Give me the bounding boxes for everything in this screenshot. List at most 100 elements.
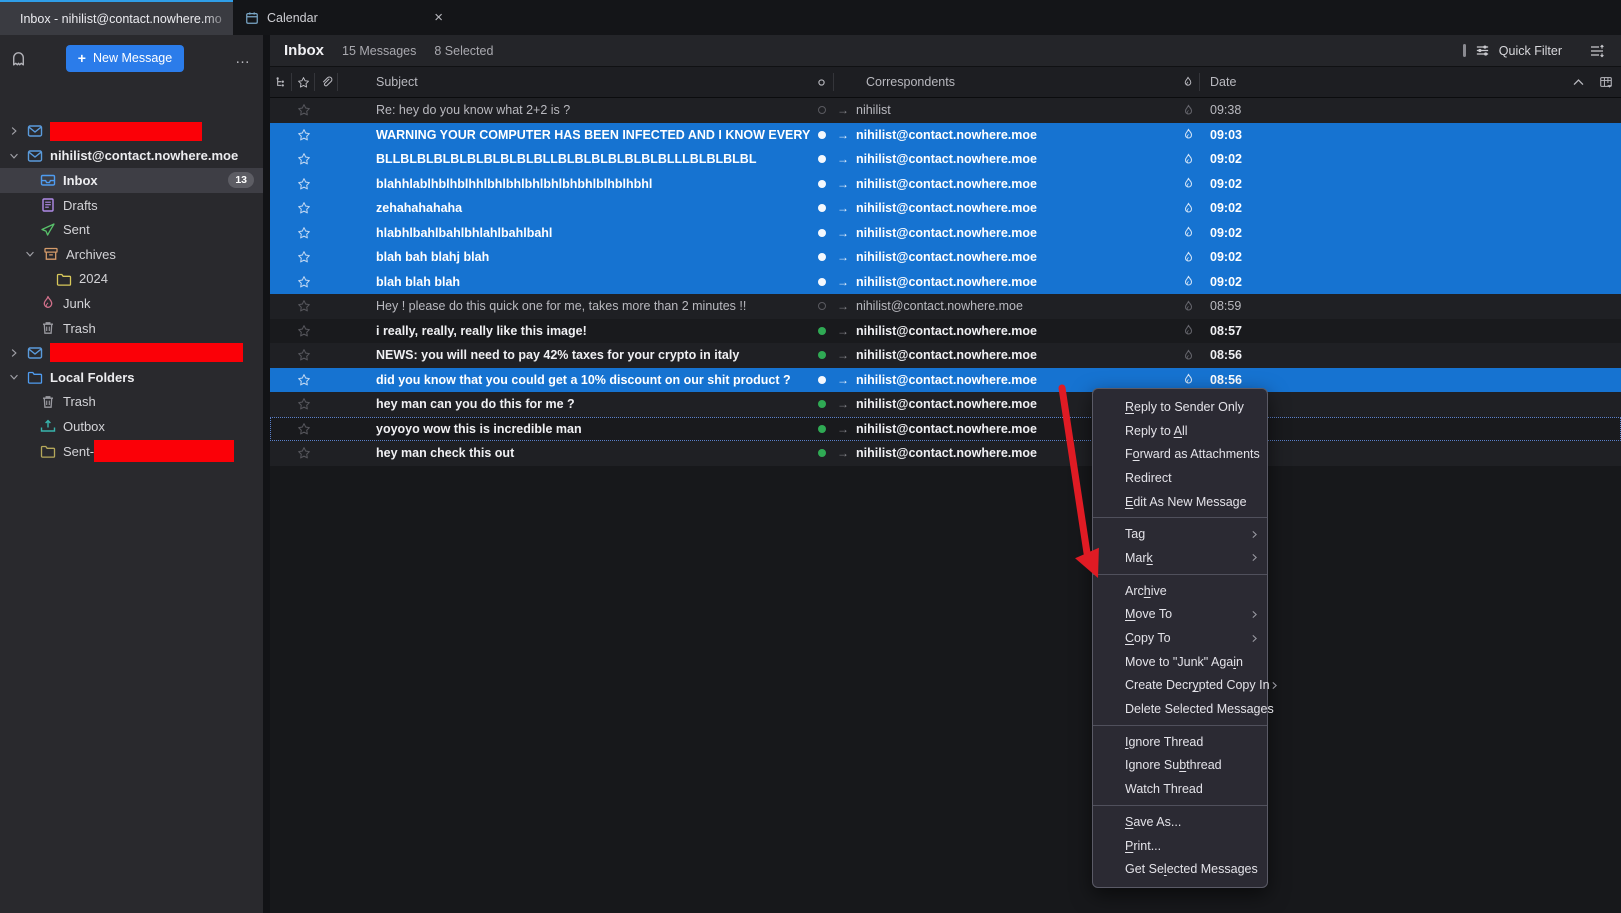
message-row[interactable]: blahhlablhblhblhhlbhlbhlbhlbhlbhbhlblhbl… bbox=[270, 172, 1621, 197]
folder-item-drafts[interactable]: Drafts bbox=[0, 193, 263, 218]
star-toggle[interactable] bbox=[292, 343, 315, 368]
folder-item-trash[interactable]: Trash bbox=[0, 390, 263, 415]
menu-item-delete-selected-messages[interactable]: Delete Selected Messages bbox=[1093, 697, 1267, 721]
message-row[interactable]: NEWS: you will need to pay 42% taxes for… bbox=[270, 343, 1621, 368]
twisty-expanded-icon[interactable] bbox=[6, 372, 22, 382]
junk-toggle[interactable] bbox=[1176, 147, 1200, 172]
unread-column-header[interactable] bbox=[810, 73, 834, 92]
unread-indicator[interactable] bbox=[810, 270, 834, 295]
pane-splitter[interactable] bbox=[263, 35, 270, 913]
folder-item-sent[interactable]: Sent bbox=[0, 217, 263, 242]
star-toggle[interactable] bbox=[292, 417, 315, 442]
junk-toggle[interactable] bbox=[1176, 343, 1200, 368]
subject-column-header[interactable]: Subject bbox=[338, 73, 810, 92]
unread-indicator[interactable] bbox=[810, 147, 834, 172]
star-toggle[interactable] bbox=[292, 270, 315, 295]
star-toggle[interactable] bbox=[292, 441, 315, 466]
message-row[interactable]: hey man check this out→nihilist@contact.… bbox=[270, 441, 1621, 466]
menu-item-create-decrypted-copy-in[interactable]: Create Decrypted Copy In bbox=[1093, 674, 1267, 698]
folder-pane-options-button[interactable]: … bbox=[235, 50, 251, 67]
correspondents-column-header[interactable]: Correspondents bbox=[852, 73, 1176, 92]
twisty-collapsed-icon[interactable] bbox=[6, 348, 22, 358]
unread-indicator[interactable] bbox=[810, 392, 834, 417]
folder-item-local-folders[interactable]: Local Folders bbox=[0, 365, 263, 390]
display-options-icon[interactable] bbox=[1589, 43, 1605, 59]
unread-indicator[interactable] bbox=[810, 196, 834, 221]
column-picker-icon[interactable] bbox=[1591, 73, 1621, 92]
message-row[interactable]: did you know that you could get a 10% di… bbox=[270, 368, 1621, 393]
unread-indicator[interactable] bbox=[810, 172, 834, 197]
message-row[interactable]: hlabhlbahlbahlbhlahlbahlbahl→nihilist@co… bbox=[270, 221, 1621, 246]
junk-toggle[interactable] bbox=[1176, 221, 1200, 246]
folder-item-inbox[interactable]: Inbox13 bbox=[0, 168, 263, 193]
filter-bar-toggle-icon[interactable] bbox=[1463, 44, 1466, 57]
star-toggle[interactable] bbox=[292, 221, 315, 246]
tab-calendar[interactable]: Calendar × bbox=[233, 0, 459, 35]
message-row[interactable]: WARNING YOUR COMPUTER HAS BEEN INFECTED … bbox=[270, 123, 1621, 148]
menu-item-redirect[interactable]: Redirect bbox=[1093, 466, 1267, 490]
menu-item-ignore-thread[interactable]: Ignore Thread bbox=[1093, 730, 1267, 754]
menu-item-copy-to[interactable]: Copy To bbox=[1093, 626, 1267, 650]
unread-indicator[interactable] bbox=[810, 319, 834, 344]
star-toggle[interactable] bbox=[292, 123, 315, 148]
star-toggle[interactable] bbox=[292, 294, 315, 319]
folder-item-redacted[interactable] bbox=[0, 340, 263, 365]
menu-item-move-to-junk-again[interactable]: Move to "Junk" Again bbox=[1093, 650, 1267, 674]
quick-filter-label[interactable]: Quick Filter bbox=[1499, 44, 1562, 58]
folder-item-redacted[interactable] bbox=[0, 119, 263, 144]
menu-item-save-as[interactable]: Save As... bbox=[1093, 810, 1267, 834]
folder-item-sent-[interactable]: Sent- bbox=[0, 439, 263, 464]
unread-indicator[interactable] bbox=[810, 343, 834, 368]
message-row[interactable]: BLLBLBLBLBLBLBLBLBLBLLBLBLBLBLBLBLBLLLBL… bbox=[270, 147, 1621, 172]
junk-column-header[interactable] bbox=[1176, 73, 1200, 92]
star-toggle[interactable] bbox=[292, 147, 315, 172]
message-row[interactable]: yoyoyo wow this is incredible man→nihili… bbox=[270, 417, 1621, 442]
menu-item-reply-to-sender-only[interactable]: Reply to Sender Only bbox=[1093, 395, 1267, 419]
junk-toggle[interactable] bbox=[1176, 319, 1200, 344]
unread-indicator[interactable] bbox=[810, 221, 834, 246]
menu-item-edit-as-new-message[interactable]: Edit As New Message bbox=[1093, 490, 1267, 514]
menu-item-tag[interactable]: Tag bbox=[1093, 522, 1267, 546]
unread-indicator[interactable] bbox=[810, 123, 834, 148]
tab-inbox[interactable]: Inbox - nihilist@contact.nowhere.mo bbox=[0, 0, 233, 35]
star-column-header[interactable] bbox=[292, 73, 315, 92]
menu-item-archive[interactable]: Archive bbox=[1093, 579, 1267, 603]
folder-item-archives[interactable]: Archives bbox=[0, 242, 263, 267]
unread-indicator[interactable] bbox=[810, 294, 834, 319]
message-row[interactable]: blah blah blah→nihilist@contact.nowhere.… bbox=[270, 270, 1621, 295]
twisty-expanded-icon[interactable] bbox=[22, 249, 38, 259]
menu-item-get-selected-messages[interactable]: Get Selected Messages bbox=[1093, 857, 1267, 881]
unread-indicator[interactable] bbox=[810, 417, 834, 442]
unread-indicator[interactable] bbox=[810, 368, 834, 393]
star-toggle[interactable] bbox=[292, 245, 315, 270]
star-toggle[interactable] bbox=[292, 196, 315, 221]
message-row[interactable]: blah bah blahj blah→nihilist@contact.now… bbox=[270, 245, 1621, 270]
menu-item-ignore-subthread[interactable]: Ignore Subthread bbox=[1093, 754, 1267, 778]
message-row[interactable]: Hey ! please do this quick one for me, t… bbox=[270, 294, 1621, 319]
junk-toggle[interactable] bbox=[1176, 98, 1200, 123]
twisty-expanded-icon[interactable] bbox=[6, 151, 22, 161]
menu-item-forward-as-attachments[interactable]: Forward as Attachments bbox=[1093, 442, 1267, 466]
unread-indicator[interactable] bbox=[810, 245, 834, 270]
star-toggle[interactable] bbox=[292, 172, 315, 197]
close-tab-icon[interactable]: × bbox=[430, 8, 447, 27]
junk-toggle[interactable] bbox=[1176, 294, 1200, 319]
menu-item-print[interactable]: Print... bbox=[1093, 834, 1267, 858]
junk-toggle[interactable] bbox=[1176, 123, 1200, 148]
folder-item-outbox[interactable]: Outbox bbox=[0, 414, 263, 439]
star-toggle[interactable] bbox=[292, 98, 315, 123]
junk-toggle[interactable] bbox=[1176, 172, 1200, 197]
sort-ascending-icon[interactable] bbox=[1565, 73, 1591, 92]
star-toggle[interactable] bbox=[292, 319, 315, 344]
unread-indicator[interactable] bbox=[810, 98, 834, 123]
menu-item-watch-thread[interactable]: Watch Thread bbox=[1093, 777, 1267, 801]
folder-item-trash[interactable]: Trash bbox=[0, 316, 263, 341]
junk-toggle[interactable] bbox=[1176, 196, 1200, 221]
new-message-button[interactable]: + New Message bbox=[66, 45, 184, 72]
folder-item-2024[interactable]: 2024 bbox=[0, 267, 263, 292]
attachment-column-header[interactable] bbox=[315, 73, 338, 92]
date-column-header[interactable]: Date bbox=[1200, 73, 1565, 92]
spaces-pin-icon[interactable] bbox=[10, 50, 27, 67]
star-toggle[interactable] bbox=[292, 392, 315, 417]
menu-item-move-to[interactable]: Move To bbox=[1093, 603, 1267, 627]
